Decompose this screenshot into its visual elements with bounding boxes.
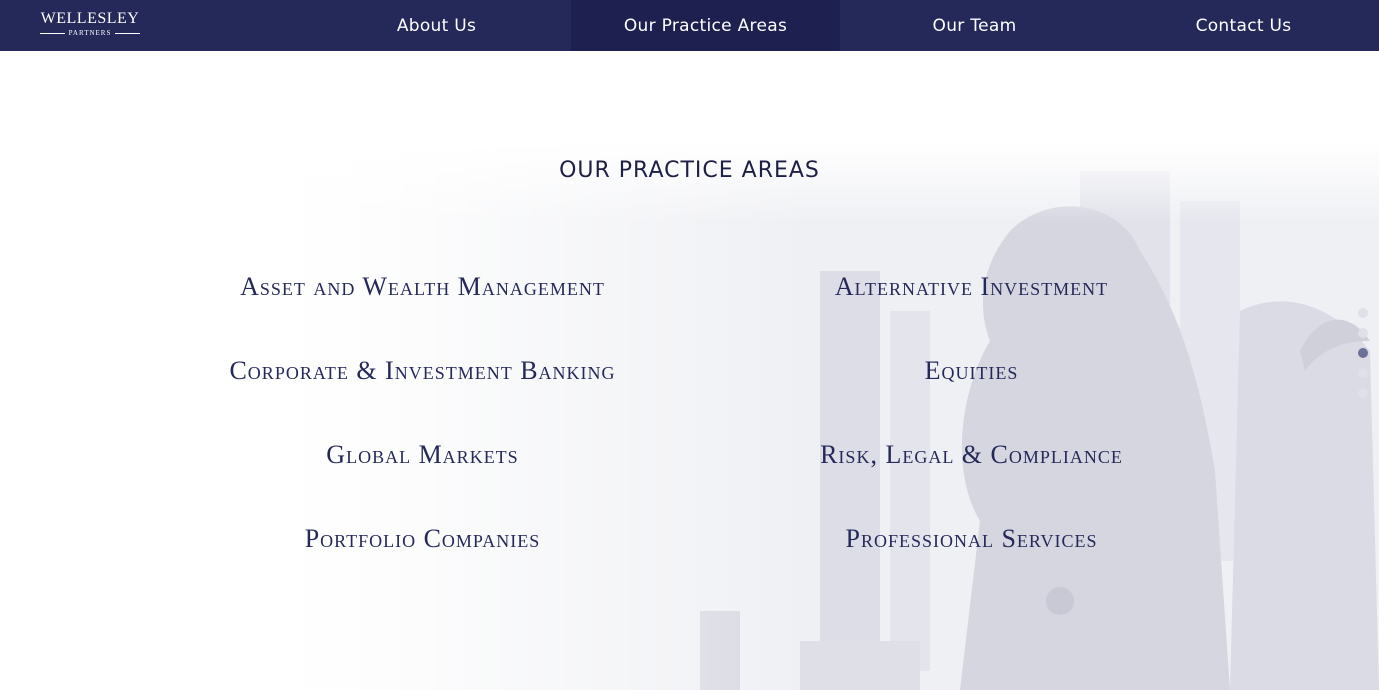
practice-area-global-markets[interactable]: Global Markets [148,438,697,472]
practice-area-asset-wealth-management[interactable]: Asset and Wealth Management [148,270,697,304]
practice-area-portfolio-companies[interactable]: Portfolio Companies [148,522,697,556]
nav-contact-us[interactable]: Contact Us [1109,0,1378,51]
logo-rule [40,32,65,34]
wellesley-logo[interactable]: WELLESLEY PARTNERS [40,10,141,40]
logo-rule [115,32,141,34]
pagination-dot-4[interactable] [1358,368,1368,378]
nav-about-us[interactable]: About Us [302,0,571,51]
section-pagination [1358,308,1368,408]
pagination-dot-2[interactable] [1358,328,1368,338]
pagination-dot-1[interactable] [1358,308,1368,318]
nav-our-practice-areas[interactable]: Our Practice Areas [571,0,840,51]
logo-sub-row: PARTNERS [40,29,141,37]
practice-area-alternative-investment[interactable]: Alternative Investment [697,270,1246,304]
section-title: OUR PRACTICE AREAS [559,158,820,183]
top-navbar: WELLESLEY PARTNERS About Us Our Practice… [0,0,1379,51]
practice-area-professional-services[interactable]: Professional Services [697,522,1246,556]
pagination-dot-3[interactable] [1358,348,1368,358]
practice-areas-section: OUR PRACTICE AREAS Asset and Wealth Mana… [0,51,1379,690]
pagination-dot-5[interactable] [1358,388,1368,398]
logo-sub-text: PARTNERS [68,29,112,37]
practice-area-equities[interactable]: Equities [697,354,1246,388]
logo-name: WELLESLEY [40,10,140,27]
practice-area-risk-legal-compliance[interactable]: Risk, Legal & Compliance [697,438,1246,472]
practice-area-corporate-investment-banking[interactable]: Corporate & Investment Banking [148,354,697,388]
nav-our-team[interactable]: Our Team [840,0,1109,51]
